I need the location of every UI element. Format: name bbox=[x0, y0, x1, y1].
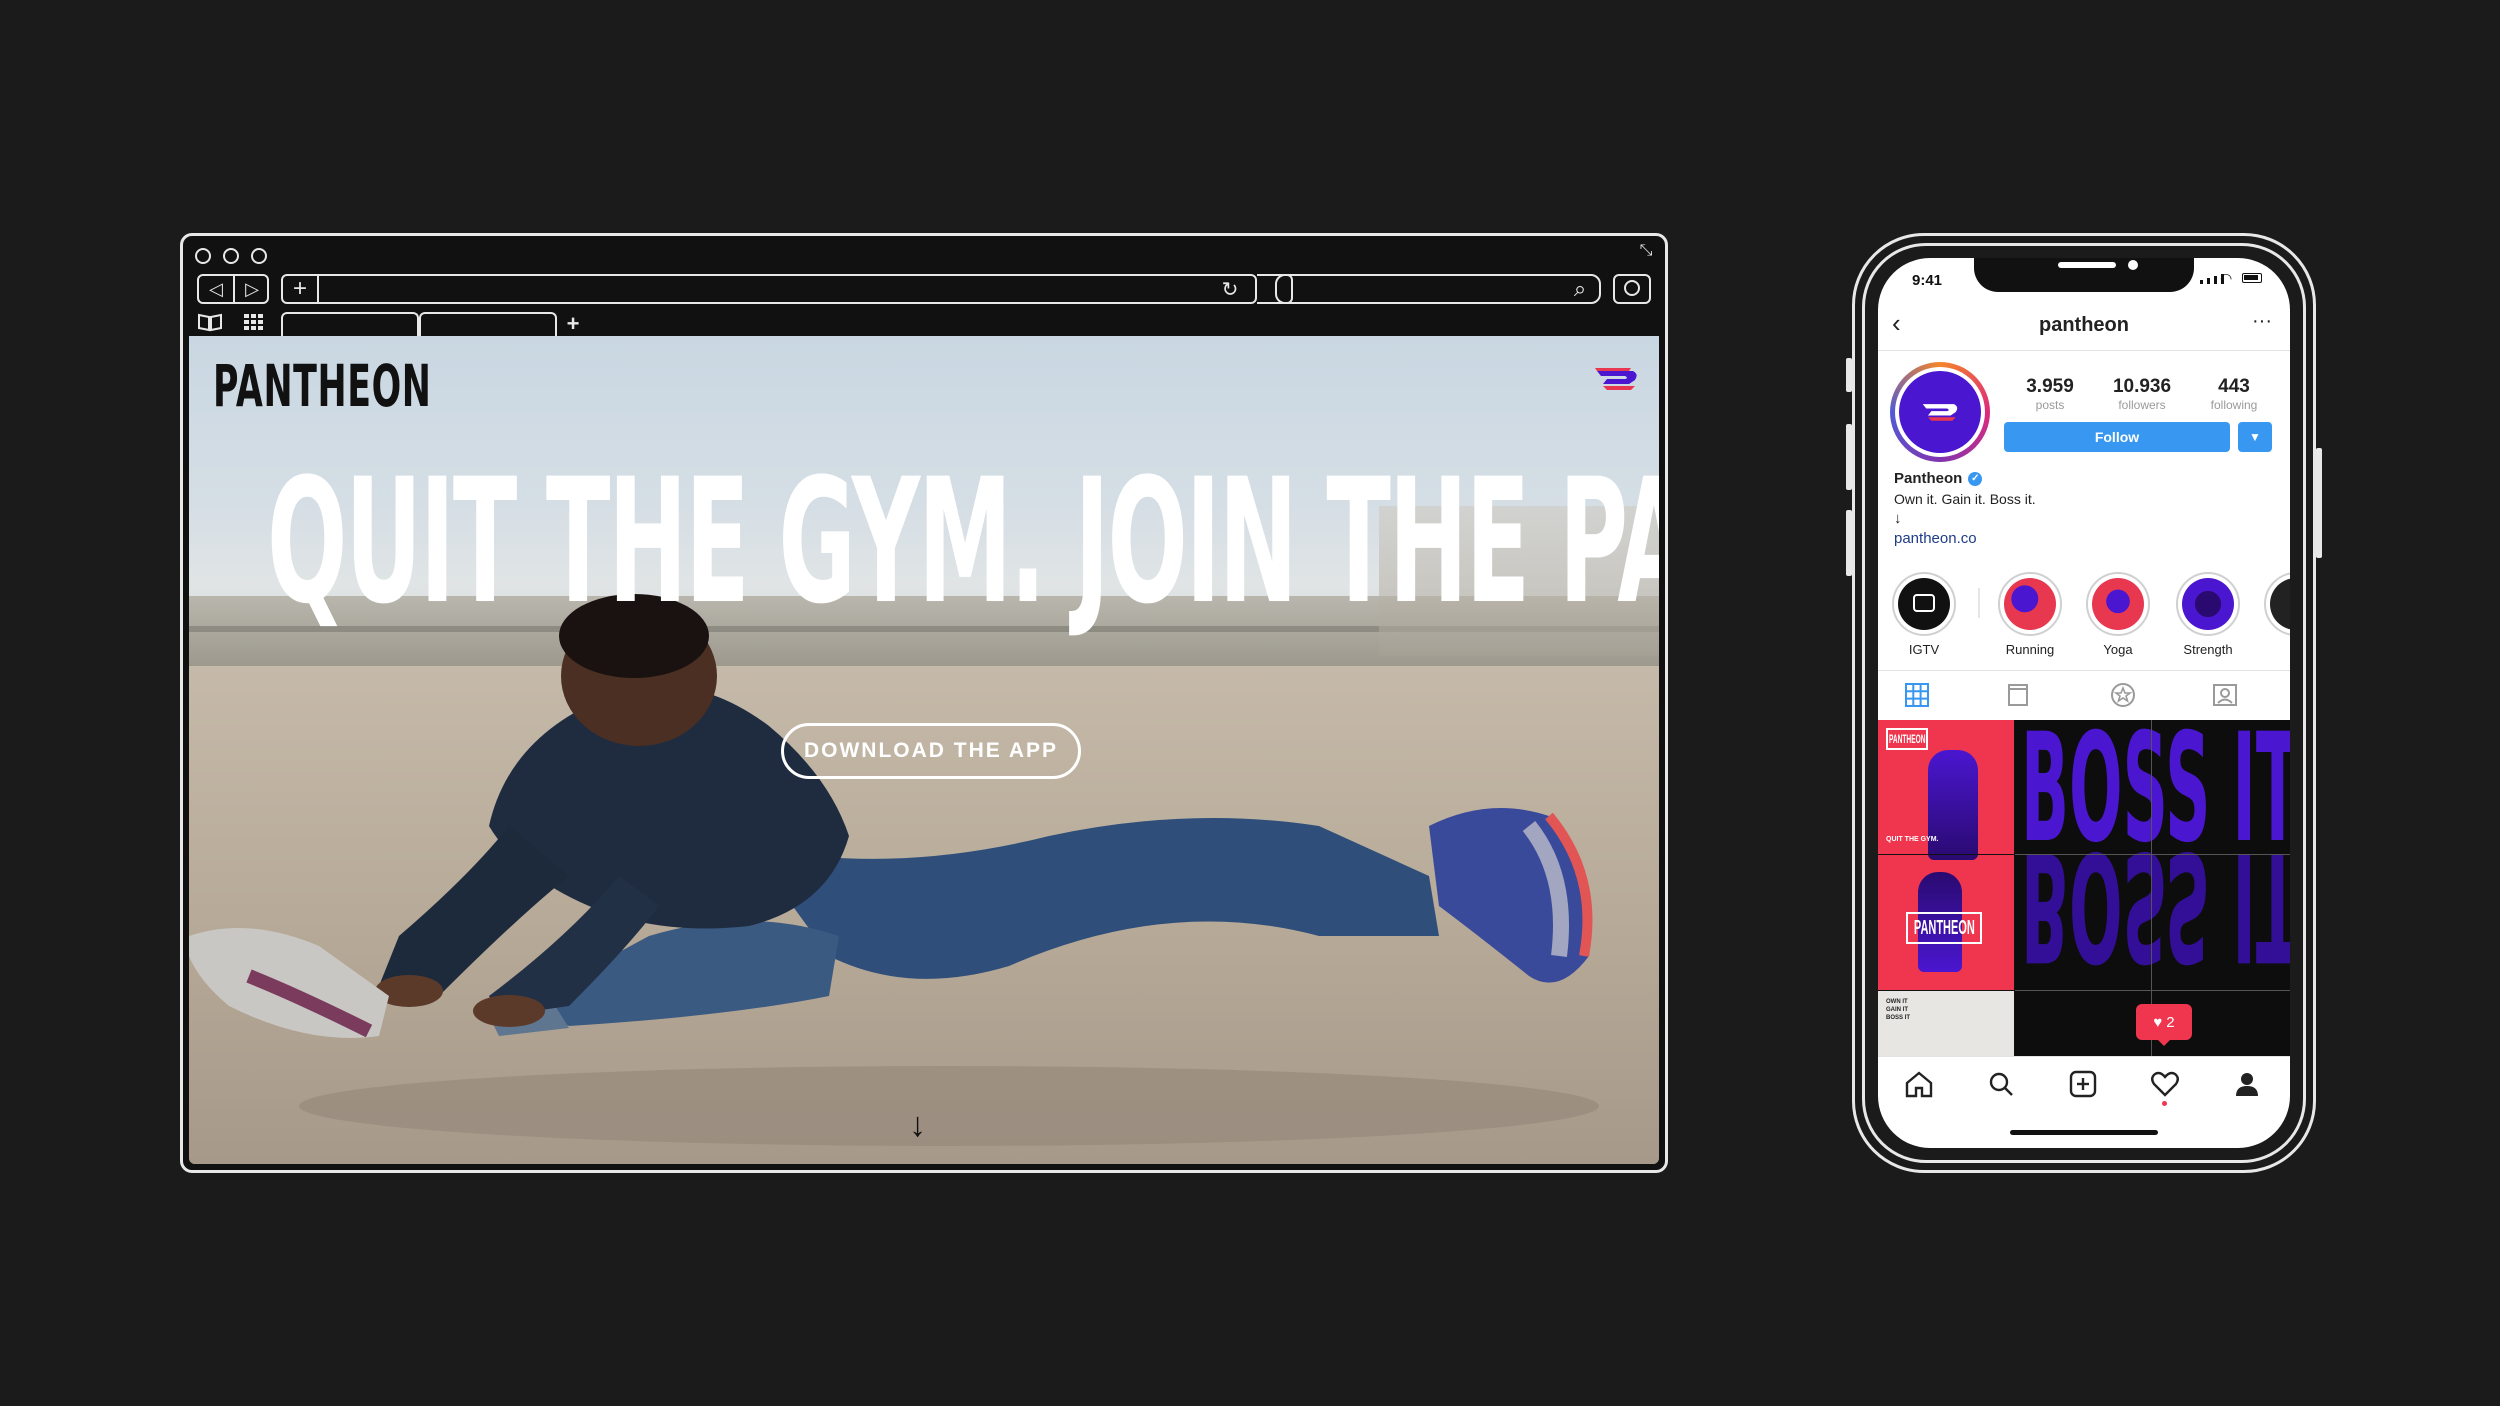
profile-name: Pantheon bbox=[1894, 470, 1963, 487]
address-bar[interactable]: + ↻ bbox=[281, 274, 1257, 304]
battery-icon bbox=[2242, 273, 2262, 283]
post-poster[interactable]: PANTHEON QUIT THE GYM. PANTHEON OWN IT G… bbox=[1878, 720, 2014, 1056]
highlight-more[interactable] bbox=[2264, 572, 2290, 636]
posts-count[interactable]: 3.959 bbox=[2010, 376, 2090, 398]
avatar bbox=[1899, 371, 1981, 453]
brand-mark-icon[interactable] bbox=[1595, 368, 1641, 392]
poster-logo-text: PANTHEON bbox=[1888, 732, 1926, 746]
heart-icon: ♥ bbox=[2153, 1013, 2163, 1031]
new-tab-button[interactable]: + bbox=[283, 275, 319, 302]
bookmarks-icon[interactable] bbox=[197, 312, 223, 337]
highlight-running[interactable] bbox=[1998, 572, 2062, 636]
followers-label: followers bbox=[2118, 398, 2166, 412]
athlete-image bbox=[189, 594, 1599, 1146]
post-caption-card[interactable]: OWN IT GAIN IT BOSS IT bbox=[1878, 991, 2014, 1056]
caption-lines: OWN IT GAIN IT BOSS IT bbox=[1886, 999, 1911, 1021]
highlight-strength[interactable] bbox=[2176, 572, 2240, 636]
posts-label: posts bbox=[2035, 398, 2065, 412]
phone-camera bbox=[2128, 260, 2138, 270]
activity-heart-icon[interactable] bbox=[2150, 1070, 2180, 1103]
highlight-igtv[interactable] bbox=[1892, 572, 1956, 636]
wifi-icon: ◠ bbox=[2220, 270, 2233, 286]
new-post-icon[interactable] bbox=[2068, 1070, 2098, 1103]
feed-view-icon[interactable] bbox=[2006, 682, 2030, 713]
boss-it-mirrored-text: BOSS IT bbox=[2021, 818, 2290, 992]
nav-buttons: ◁ ▷ bbox=[197, 274, 269, 304]
tagged-icon[interactable] bbox=[2212, 682, 2238, 713]
follow-button[interactable]: Follow bbox=[2004, 422, 2230, 452]
notification-count: 2 bbox=[2166, 1013, 2175, 1031]
highlight-label-yoga: Yoga bbox=[2103, 642, 2133, 657]
verified-badge-icon: ✓ bbox=[1968, 471, 1983, 486]
download-button[interactable] bbox=[1613, 274, 1651, 304]
followers-count[interactable]: 10.936 bbox=[2094, 376, 2190, 398]
activity-dot bbox=[2162, 1101, 2167, 1106]
window-close-dot[interactable] bbox=[195, 248, 211, 264]
poster-logo-2-text: PANTHEON bbox=[1913, 916, 1975, 939]
website-viewport: PANTHEON QUIT THE GYM. JOIN THE PANTHEON… bbox=[189, 336, 1659, 1164]
browser-window: ⤡ ◁ ▷ + ↻ ⌕ + PANTHEON QUIT THE GYM. JOI… bbox=[180, 233, 1668, 1173]
download-icon bbox=[1624, 280, 1640, 296]
bottom-nav-divider bbox=[1878, 1056, 2290, 1057]
header-divider bbox=[1878, 350, 2290, 351]
highlight-label-igtv: IGTV bbox=[1908, 642, 1940, 657]
following-count[interactable]: 443 bbox=[2194, 376, 2274, 398]
site-logo[interactable]: PANTHEON bbox=[213, 352, 432, 420]
window-zoom-dot[interactable] bbox=[251, 248, 267, 264]
suggestions-dropdown-icon[interactable]: ▼ bbox=[2238, 422, 2272, 452]
highlight-yoga[interactable] bbox=[2086, 572, 2150, 636]
poster-subtitle: QUIT THE GYM. bbox=[1886, 836, 1939, 843]
window-minimize-dot[interactable] bbox=[223, 248, 239, 264]
poster-logo: PANTHEON bbox=[1886, 728, 1928, 750]
highlight-divider bbox=[1978, 588, 1980, 618]
profile-tab-icon[interactable] bbox=[2232, 1070, 2262, 1103]
back-button[interactable]: ◁ bbox=[199, 276, 235, 302]
search-field[interactable]: ⌕ bbox=[1275, 274, 1601, 304]
post-grid: PANTHEON QUIT THE GYM. PANTHEON OWN IT G… bbox=[1878, 720, 2290, 1056]
browser-tab-1[interactable] bbox=[281, 312, 419, 336]
home-indicator bbox=[2010, 1130, 2158, 1135]
instagram-screen: 9:41 ◠ ‹ pantheon ··· 3.959 posts 10.936… bbox=[1878, 258, 2290, 1148]
highlight-label-running: Running bbox=[2005, 642, 2055, 657]
browser-tab-2[interactable] bbox=[419, 312, 557, 336]
scroll-down-icon[interactable]: ↓ bbox=[909, 1106, 926, 1145]
more-options-icon[interactable]: ··· bbox=[2252, 310, 2272, 333]
avatar-logo-icon bbox=[1922, 404, 1958, 421]
profile-name-row: Pantheon ✓ bbox=[1894, 470, 1983, 487]
tabs-divider bbox=[1878, 670, 2290, 671]
fullscreen-icon[interactable]: ⤡ bbox=[1635, 240, 1657, 262]
grid-icon[interactable] bbox=[243, 312, 265, 337]
profile-username: pantheon bbox=[2039, 314, 2129, 336]
grid-divider-h1 bbox=[1878, 854, 2014, 855]
poster-logo-2: PANTHEON bbox=[1906, 912, 1982, 944]
hero-headline: QUIT THE GYM. JOIN THE PANTHEON. bbox=[267, 441, 1659, 642]
profile-link[interactable]: pantheon.co bbox=[1894, 530, 1977, 547]
grid-view-icon[interactable] bbox=[1904, 682, 1930, 713]
notification-pointer bbox=[2156, 1038, 2172, 1046]
reload-icon[interactable]: ↻ bbox=[1213, 276, 1247, 302]
following-label: following bbox=[2210, 398, 2258, 412]
search-icon[interactable]: ⌕ bbox=[1563, 276, 1597, 302]
download-app-button[interactable]: DOWNLOAD THE APP bbox=[781, 723, 1081, 779]
status-time: 9:41 bbox=[1912, 272, 1943, 289]
highlight-label-strength: Strength bbox=[2183, 642, 2233, 657]
add-tab-button[interactable]: + bbox=[561, 311, 585, 336]
phone-power-button bbox=[2316, 448, 2322, 558]
likes-notification[interactable]: ♥ 2 bbox=[2136, 1004, 2192, 1040]
profile-avatar-ring[interactable] bbox=[1890, 362, 1990, 462]
bio-arrow-icon: ↓ bbox=[1894, 510, 1902, 527]
grid-divider-h3 bbox=[2015, 854, 2290, 855]
poster-athlete-figure bbox=[1928, 750, 1978, 860]
grid-divider-h4 bbox=[2015, 990, 2290, 991]
phone-speaker bbox=[2058, 262, 2116, 268]
forward-button[interactable]: ▷ bbox=[235, 276, 269, 302]
search-tab-icon[interactable] bbox=[1986, 1070, 2016, 1103]
home-icon[interactable] bbox=[1904, 1070, 1934, 1103]
profile-bio: Own it. Gain it. Boss it. bbox=[1894, 491, 2036, 507]
starred-icon[interactable] bbox=[2110, 682, 2136, 713]
